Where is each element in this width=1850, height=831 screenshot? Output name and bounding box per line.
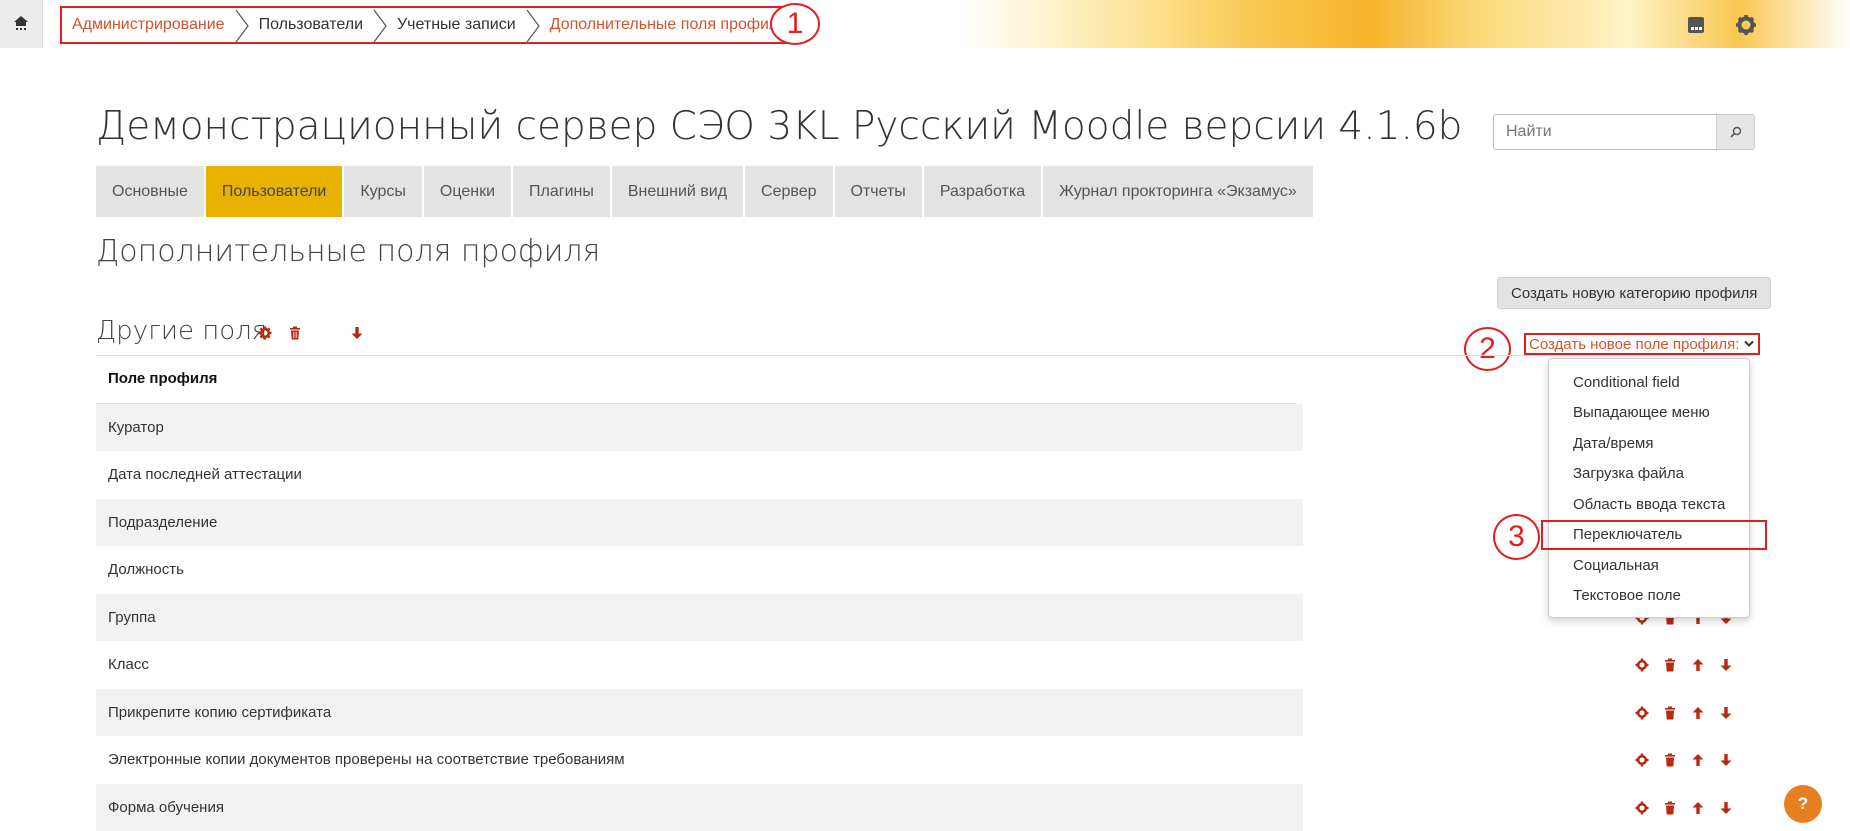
- gear-icon[interactable]: [256, 324, 274, 342]
- table-row: Должность: [96, 546, 1303, 593]
- divider: [96, 355, 1756, 356]
- dropdown-option-checkbox[interactable]: Переключатель: [1541, 519, 1767, 550]
- chevron-right-icon: [231, 8, 253, 44]
- breadcrumb-item-accounts[interactable]: Учетные записи: [397, 8, 516, 42]
- table-row: Подразделение: [96, 499, 1303, 546]
- arrow-down-icon[interactable]: [1717, 656, 1735, 674]
- trash-icon[interactable]: [1661, 704, 1679, 722]
- gear-icon[interactable]: [1633, 704, 1651, 722]
- home-icon: [14, 16, 28, 30]
- field-name[interactable]: Должность: [108, 561, 184, 578]
- arrow-up-icon[interactable]: [1689, 656, 1707, 674]
- field-name[interactable]: Куратор: [108, 419, 164, 436]
- arrow-up-icon[interactable]: [1689, 704, 1707, 722]
- arrow-down-icon[interactable]: [1717, 704, 1735, 722]
- tab-server[interactable]: Сервер: [745, 166, 835, 217]
- trash-icon[interactable]: [1661, 656, 1679, 674]
- dropdown-option-menu[interactable]: Выпадающее меню: [1549, 398, 1749, 429]
- row-actions: [1633, 655, 1753, 675]
- gear-icon[interactable]: [1733, 12, 1759, 38]
- home-button[interactable]: [0, 0, 43, 48]
- breadcrumb: Администрирование Пользователи Учетные з…: [60, 6, 799, 44]
- arrow-up-icon[interactable]: [1689, 799, 1707, 817]
- field-name[interactable]: Группа: [108, 609, 156, 626]
- admin-tabs: Основные Пользователи Курсы Оценки Плаги…: [96, 166, 1315, 217]
- dropdown-option-file-upload[interactable]: Загрузка файла: [1549, 459, 1749, 490]
- dropdown-option-datetime[interactable]: Дата/время: [1549, 428, 1749, 459]
- table-row: Форма обучения: [96, 784, 1303, 831]
- arrow-up-icon[interactable]: [1689, 751, 1707, 769]
- site-title: Демонстрационный сервер СЭО 3KL Русский …: [96, 104, 1463, 149]
- field-name[interactable]: Прикрепите копию сертификата: [108, 704, 331, 721]
- dropdown-option-textarea[interactable]: Область ввода текста: [1549, 489, 1749, 520]
- gear-icon[interactable]: [1633, 799, 1651, 817]
- tab-users[interactable]: Пользователи: [205, 166, 345, 217]
- tab-appearance[interactable]: Внешний вид: [611, 166, 746, 217]
- tab-proctoring-log[interactable]: Журнал прокторинга «Экзамус»: [1043, 166, 1315, 217]
- gear-icon[interactable]: [1633, 751, 1651, 769]
- create-field-select[interactable]: Создать новое поле профиля:: [1524, 333, 1761, 355]
- annotation-marker-1: 1: [770, 3, 820, 45]
- annotation-marker-3: 3: [1493, 514, 1540, 560]
- tab-grades[interactable]: Оценки: [423, 166, 514, 217]
- trash-icon[interactable]: [286, 324, 304, 342]
- arrow-down-icon[interactable]: [1717, 799, 1735, 817]
- row-actions: [1633, 703, 1753, 723]
- row-actions: [1633, 750, 1753, 770]
- table-row: Электронные копии документов проверены н…: [96, 736, 1303, 783]
- search-icon: [1729, 126, 1741, 138]
- table-row: Прикрепите копию сертификата: [96, 689, 1303, 736]
- dropdown-option-conditional-field[interactable]: Conditional field: [1549, 367, 1749, 398]
- arrow-down-icon[interactable]: [1717, 751, 1735, 769]
- tab-courses[interactable]: Курсы: [344, 166, 424, 217]
- arrow-down-icon[interactable]: [348, 324, 366, 342]
- create-category-button[interactable]: Создать новую категорию профиля: [1497, 277, 1772, 309]
- page-heading: Дополнительные поля профиля: [96, 234, 601, 269]
- table-row: Дата последней аттестации: [96, 451, 1303, 498]
- field-name[interactable]: Класс: [108, 656, 149, 673]
- category-heading: Другие поля: [96, 316, 268, 346]
- save-icon[interactable]: [1683, 12, 1709, 38]
- tab-development[interactable]: Разработка: [923, 166, 1044, 217]
- gear-icon[interactable]: [1633, 656, 1651, 674]
- field-name[interactable]: Электронные копии документов проверены н…: [108, 751, 625, 768]
- create-field-label: Создать новое поле профиля:: [1529, 335, 1740, 353]
- tab-plugins[interactable]: Плагины: [513, 166, 612, 217]
- table-row: Куратор: [96, 404, 1303, 451]
- field-name[interactable]: Подразделение: [108, 514, 217, 531]
- breadcrumb-item-users[interactable]: Пользователи: [259, 8, 363, 42]
- trash-icon[interactable]: [1661, 751, 1679, 769]
- dropdown-option-text-field[interactable]: Текстовое поле: [1549, 581, 1749, 612]
- row-actions: [1633, 798, 1753, 818]
- dropdown-option-social[interactable]: Социальная: [1549, 550, 1749, 581]
- tab-general[interactable]: Основные: [96, 166, 206, 217]
- search-input[interactable]: [1493, 114, 1717, 150]
- create-field-dropdown-menu: Conditional field Выпадающее меню Дата/в…: [1541, 358, 1767, 618]
- field-name[interactable]: Дата последней аттестации: [108, 466, 302, 483]
- chevron-right-icon: [522, 8, 544, 44]
- table-row: Класс: [96, 641, 1303, 688]
- chevron-right-icon: [369, 8, 391, 44]
- trash-icon[interactable]: [1661, 799, 1679, 817]
- table-row: Группа: [96, 594, 1303, 641]
- column-header-profile-field: Поле профиля: [108, 370, 218, 387]
- search-button[interactable]: [1716, 114, 1755, 150]
- help-button[interactable]: ?: [1784, 785, 1822, 823]
- tab-reports[interactable]: Отчеты: [834, 166, 924, 217]
- chevron-down-icon: [1744, 340, 1755, 348]
- breadcrumb-item-admin[interactable]: Администрирование: [72, 8, 225, 42]
- annotation-marker-2: 2: [1464, 327, 1511, 371]
- breadcrumb-item-profile-fields[interactable]: Дополнительные поля профиля: [550, 8, 787, 42]
- field-name[interactable]: Форма обучения: [108, 799, 224, 816]
